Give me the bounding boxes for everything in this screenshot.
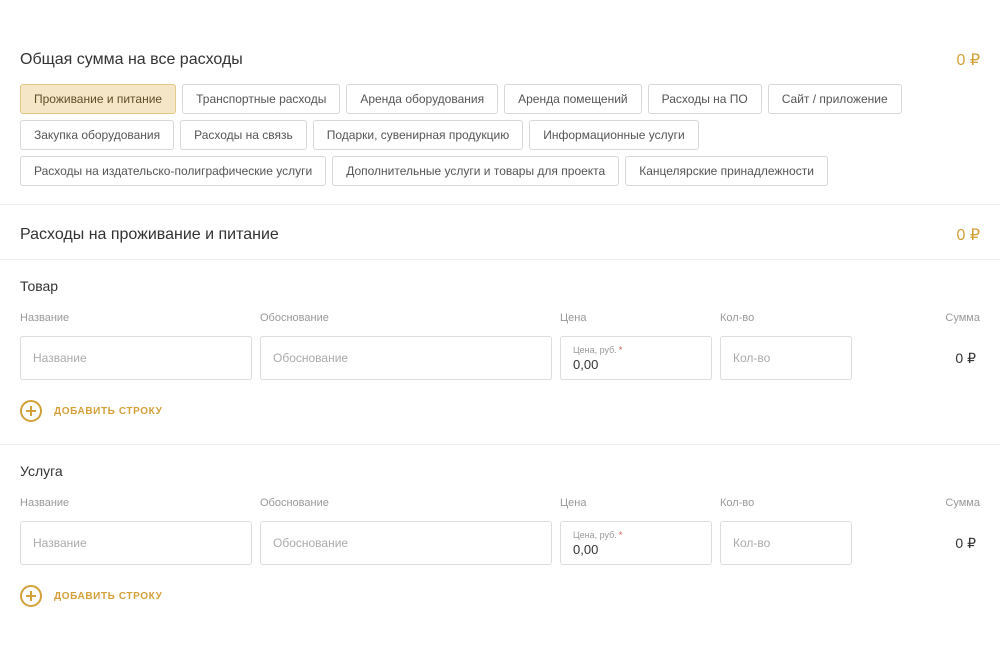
add-label: ДОБАВИТЬ СТРОКУ xyxy=(54,591,162,602)
expense-tag[interactable]: Расходы на ПО xyxy=(648,84,762,114)
add-label: ДОБАВИТЬ СТРОКУ xyxy=(54,406,162,417)
add-goods-row-button[interactable]: ДОБАВИТЬ СТРОКУ xyxy=(20,394,162,444)
goods-row: Цена, руб.* 0,00 0 ₽ xyxy=(20,332,980,394)
expense-tag[interactable]: Расходы на издательско-полиграфические у… xyxy=(20,156,326,186)
price-input[interactable]: Цена, руб.* 0,00 xyxy=(560,521,712,565)
expense-tag[interactable]: Аренда оборудования xyxy=(346,84,498,114)
qty-input[interactable] xyxy=(720,336,852,380)
col-name: Название xyxy=(20,312,260,324)
services-title: Услуга xyxy=(20,445,980,479)
price-value: 0,00 xyxy=(573,357,699,373)
price-value: 0,00 xyxy=(573,542,699,558)
reason-input[interactable] xyxy=(260,336,552,380)
reason-input[interactable] xyxy=(260,521,552,565)
expense-tag[interactable]: Канцелярские принадлежности xyxy=(625,156,828,186)
col-reason: Обоснование xyxy=(260,497,560,509)
expense-header: Расходы на проживание и питание 0 ₽ xyxy=(20,205,980,259)
price-input[interactable]: Цена, руб.* 0,00 xyxy=(560,336,712,380)
plus-icon xyxy=(20,585,42,607)
row-sum: 0 ₽ xyxy=(860,521,980,565)
expense-tags: Проживание и питаниеТранспортные расходы… xyxy=(20,84,980,204)
goods-title: Товар xyxy=(20,260,980,294)
expense-tag[interactable]: Аренда помещений xyxy=(504,84,642,114)
expense-tag[interactable]: Расходы на связь xyxy=(180,120,307,150)
name-input[interactable] xyxy=(20,336,252,380)
expense-tag[interactable]: Закупка оборудования xyxy=(20,120,174,150)
col-sum: Сумма xyxy=(860,312,980,324)
total-header: Общая сумма на все расходы 0 ₽ xyxy=(20,30,980,84)
col-qty: Кол-во xyxy=(720,497,860,509)
col-price: Цена xyxy=(560,497,720,509)
expense-tag[interactable]: Сайт / приложение xyxy=(768,84,902,114)
add-services-row-button[interactable]: ДОБАВИТЬ СТРОКУ xyxy=(20,579,162,629)
total-title: Общая сумма на все расходы xyxy=(20,51,243,69)
row-sum: 0 ₽ xyxy=(860,336,980,380)
services-row: Цена, руб.* 0,00 0 ₽ xyxy=(20,517,980,579)
expense-tag[interactable]: Транспортные расходы xyxy=(182,84,340,114)
col-sum: Сумма xyxy=(860,497,980,509)
total-amount: 0 ₽ xyxy=(956,50,980,70)
price-label: Цена, руб.* xyxy=(573,531,699,540)
expense-amount: 0 ₽ xyxy=(956,225,980,245)
expense-tag[interactable]: Проживание и питание xyxy=(20,84,176,114)
expense-tag[interactable]: Подарки, сувенирная продукцию xyxy=(313,120,523,150)
plus-icon xyxy=(20,400,42,422)
qty-input[interactable] xyxy=(720,521,852,565)
col-price: Цена xyxy=(560,312,720,324)
expense-title: Расходы на проживание и питание xyxy=(20,226,279,244)
col-reason: Обоснование xyxy=(260,312,560,324)
price-label: Цена, руб.* xyxy=(573,346,699,355)
col-qty: Кол-во xyxy=(720,312,860,324)
col-name: Название xyxy=(20,497,260,509)
expense-tag[interactable]: Информационные услуги xyxy=(529,120,698,150)
expense-tag[interactable]: Дополнительные услуги и товары для проек… xyxy=(332,156,619,186)
name-input[interactable] xyxy=(20,521,252,565)
services-columns: Название Обоснование Цена Кол-во Сумма xyxy=(20,479,980,517)
goods-columns: Название Обоснование Цена Кол-во Сумма xyxy=(20,294,980,332)
